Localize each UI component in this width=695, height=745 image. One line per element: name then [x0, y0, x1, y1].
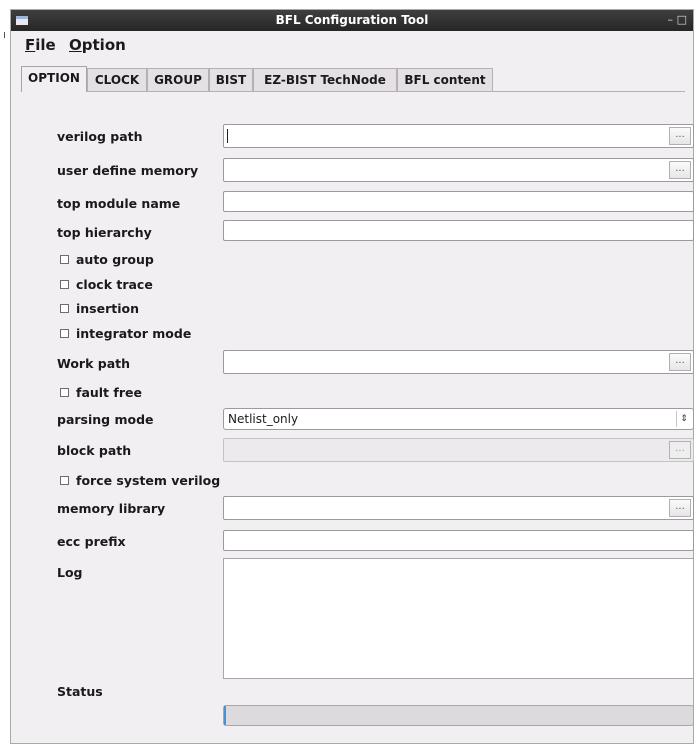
force-system-verilog-checkbox[interactable]: force system verilog [60, 473, 220, 488]
user-define-memory-browse-button[interactable]: ... [669, 161, 691, 179]
memory-library-input[interactable]: ... [223, 496, 694, 520]
log-label: Log [57, 565, 83, 580]
tab-ez-bist-technode[interactable]: EZ-BIST TechNode [253, 68, 397, 91]
menu-option-mnemonic: O [69, 36, 82, 54]
window-title: BFL Configuration Tool [275, 13, 429, 27]
menu-option[interactable]: Option [69, 36, 126, 54]
verilog-path-input[interactable]: ... [223, 124, 694, 148]
parsing-mode-select[interactable]: Netlist_only ⇕ [223, 408, 694, 430]
log-textarea[interactable] [223, 558, 694, 679]
checkbox-box[interactable] [60, 388, 69, 397]
work-path-browse-button[interactable]: ... [669, 353, 691, 371]
ecc-prefix-label: ecc prefix [57, 534, 126, 549]
integrator-mode-checkbox[interactable]: integrator mode [60, 326, 191, 341]
user-define-memory-label: user define memory [57, 163, 199, 178]
status-label: Status [57, 684, 103, 699]
auto-group-label: auto group [76, 252, 154, 267]
verilog-path-browse-button[interactable]: ... [669, 127, 691, 145]
insertion-checkbox[interactable]: insertion [60, 301, 139, 316]
status-progress-bar [223, 705, 694, 726]
checkbox-box[interactable] [60, 476, 69, 485]
title-bar: BFL Configuration Tool – □ [11, 10, 693, 31]
fault-free-label: fault free [76, 385, 142, 400]
top-module-name-input[interactable] [223, 191, 694, 212]
parsing-mode-value: Netlist_only [228, 412, 299, 426]
minimize-button[interactable]: – [668, 13, 674, 26]
tab-group[interactable]: GROUP [147, 68, 209, 91]
memory-library-browse-button[interactable]: ... [669, 499, 691, 517]
clock-trace-checkbox[interactable]: clock trace [60, 277, 153, 292]
checkbox-box[interactable] [60, 280, 69, 289]
memory-library-label: memory library [57, 501, 166, 516]
checkbox-box[interactable] [60, 329, 69, 338]
text-cursor [227, 129, 228, 143]
menu-option-label: ption [81, 36, 126, 54]
integrator-mode-label: integrator mode [76, 326, 192, 341]
force-system-verilog-label: force system verilog [76, 473, 221, 488]
menu-bar: File Option [11, 31, 693, 57]
window-edge-mark [4, 32, 7, 38]
block-path-input: ... [223, 438, 694, 462]
checkbox-box[interactable] [60, 304, 69, 313]
insertion-label: insertion [76, 301, 140, 316]
work-path-label: Work path [57, 356, 131, 371]
menu-file[interactable]: File [25, 36, 56, 54]
option-panel: verilog path ... user define memory ... … [21, 91, 694, 732]
fault-free-checkbox[interactable]: fault free [60, 385, 142, 400]
top-hierarchy-label: top hierarchy [57, 225, 152, 240]
menu-file-mnemonic: F [25, 36, 36, 54]
progress-fill [224, 706, 226, 725]
auto-group-checkbox[interactable]: auto group [60, 252, 154, 267]
block-path-label: block path [57, 443, 132, 458]
block-path-browse-button: ... [669, 441, 691, 459]
main-window: BFL Configuration Tool – □ File Option O… [10, 9, 694, 744]
work-path-input[interactable]: ... [223, 350, 694, 374]
top-hierarchy-input[interactable] [223, 220, 694, 241]
clock-trace-label: clock trace [76, 277, 153, 292]
tab-bfl-content[interactable]: BFL content [397, 68, 493, 91]
parsing-mode-label: parsing mode [57, 412, 154, 427]
tab-option[interactable]: OPTION [21, 66, 87, 92]
verilog-path-label: verilog path [57, 129, 143, 144]
spin-arrows-icon[interactable]: ⇕ [676, 411, 691, 427]
checkbox-box[interactable] [60, 255, 69, 264]
tab-bist[interactable]: BIST [209, 68, 253, 91]
menu-file-label: ile [35, 36, 56, 54]
tab-clock[interactable]: CLOCK [87, 68, 147, 91]
maximize-button[interactable]: □ [677, 13, 687, 26]
ecc-prefix-input[interactable] [223, 530, 694, 551]
top-module-name-label: top module name [57, 196, 181, 211]
user-define-memory-input[interactable]: ... [223, 158, 694, 182]
